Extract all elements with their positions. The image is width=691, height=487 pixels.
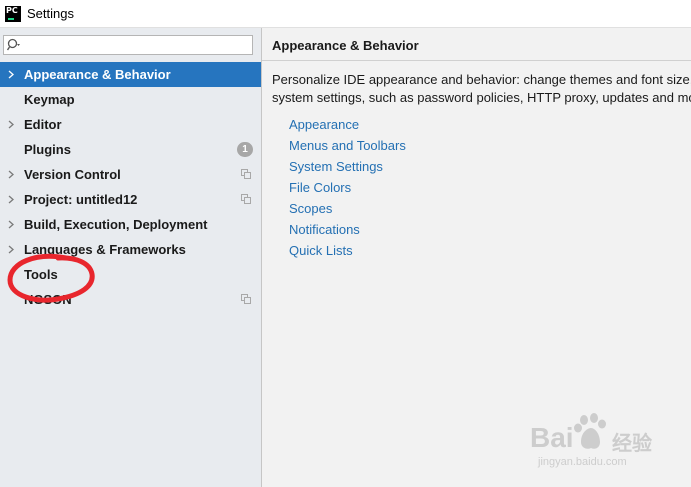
search-icon xyxy=(7,38,20,51)
description-line: system settings, such as password polici… xyxy=(272,90,691,105)
project-level-copy-icon xyxy=(241,169,251,179)
project-level-copy-icon xyxy=(241,194,251,204)
subpage-links: Appearance Menus and Toolbars System Set… xyxy=(289,116,406,263)
chevron-right-icon xyxy=(8,245,14,254)
sidebar-item-label: Appearance & Behavior xyxy=(24,67,171,82)
description-line: Personalize IDE appearance and behavior:… xyxy=(272,72,691,87)
link-notifications[interactable]: Notifications xyxy=(289,221,406,242)
sidebar-item-label: Version Control xyxy=(24,167,121,182)
sidebar-item-label: Tools xyxy=(24,267,58,282)
sidebar-item-label: Plugins xyxy=(24,142,71,157)
link-system-settings[interactable]: System Settings xyxy=(289,158,406,179)
settings-content-panel: Appearance & Behavior Personalize IDE ap… xyxy=(262,28,691,487)
sidebar-item-label: Languages & Frameworks xyxy=(24,242,186,257)
link-quick-lists[interactable]: Quick Lists xyxy=(289,242,406,263)
sidebar-item-label: Project: untitled12 xyxy=(24,192,138,207)
chevron-right-icon xyxy=(8,195,14,204)
project-level-copy-icon xyxy=(241,294,251,304)
sidebar-item-languages-frameworks[interactable]: Languages & Frameworks xyxy=(0,237,261,262)
sidebar-item-keymap[interactable]: Keymap xyxy=(0,87,261,112)
sidebar-item-ngson[interactable]: NGSON xyxy=(0,287,261,312)
link-scopes[interactable]: Scopes xyxy=(289,200,406,221)
sidebar-item-label: NGSON xyxy=(24,292,72,307)
link-appearance[interactable]: Appearance xyxy=(289,116,406,137)
sidebar-item-plugins[interactable]: Plugins 1 xyxy=(0,137,261,162)
sidebar-item-tools[interactable]: Tools xyxy=(0,262,261,287)
sidebar-item-label: Editor xyxy=(24,117,62,132)
sidebar-item-project[interactable]: Project: untitled12 xyxy=(0,187,261,212)
link-file-colors[interactable]: File Colors xyxy=(289,179,406,200)
sidebar-item-appearance-behavior[interactable]: Appearance & Behavior xyxy=(0,62,261,87)
page-description: Personalize IDE appearance and behavior:… xyxy=(272,71,691,107)
page-title: Appearance & Behavior xyxy=(272,38,419,53)
link-menus-and-toolbars[interactable]: Menus and Toolbars xyxy=(289,137,406,158)
sidebar-item-version-control[interactable]: Version Control xyxy=(0,162,261,187)
sidebar-item-label: Keymap xyxy=(24,92,75,107)
window-title: Settings xyxy=(27,6,74,21)
chevron-right-icon xyxy=(8,120,14,129)
chevron-right-icon xyxy=(8,220,14,229)
chevron-right-icon xyxy=(8,170,14,179)
settings-tree: Appearance & Behavior Keymap Editor Plug… xyxy=(0,62,261,312)
chevron-right-icon xyxy=(8,70,14,79)
pycharm-logo-icon: PC xyxy=(5,5,21,22)
search-input[interactable] xyxy=(3,35,253,55)
settings-sidebar: Appearance & Behavior Keymap Editor Plug… xyxy=(0,28,262,487)
title-bar: PC Settings xyxy=(0,0,691,28)
sidebar-item-editor[interactable]: Editor xyxy=(0,112,261,137)
app-icon-text: PC xyxy=(6,5,18,15)
sidebar-item-label: Build, Execution, Deployment xyxy=(24,217,208,232)
sidebar-item-build-execution-deployment[interactable]: Build, Execution, Deployment xyxy=(0,212,261,237)
header-divider xyxy=(262,60,691,61)
plugins-update-badge: 1 xyxy=(237,142,253,157)
